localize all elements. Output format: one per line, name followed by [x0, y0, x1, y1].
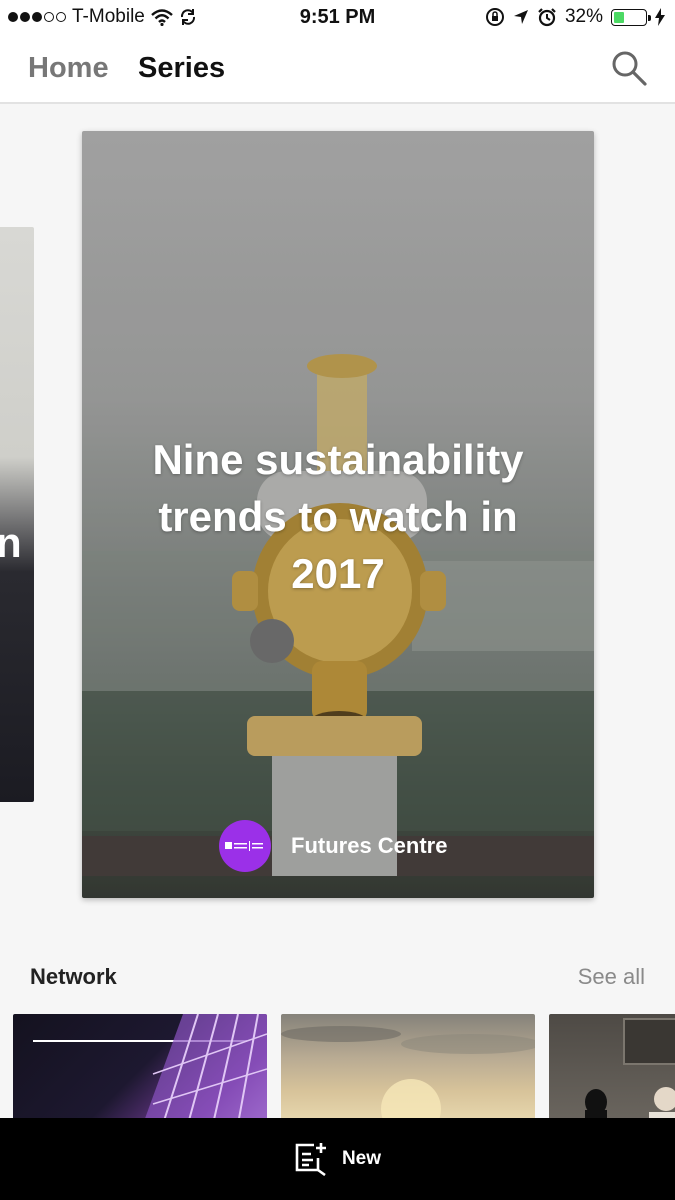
status-left: T-Mobile	[8, 6, 197, 28]
sunset-photo	[281, 1026, 535, 1124]
orientation-lock-icon	[485, 8, 504, 26]
futures-centre-logo-icon	[225, 841, 263, 851]
new-button-label: New	[341, 1148, 382, 1169]
search-icon[interactable]	[611, 50, 647, 86]
alarm-icon	[538, 8, 556, 27]
featured-series-card[interactable]: Nine sustainability trends to watch in 2…	[82, 131, 594, 898]
wifi-icon	[151, 8, 173, 26]
author-name: Futures Centre	[291, 833, 448, 858]
bridge-photo	[143, 1014, 267, 1124]
signal-strength-icon	[8, 12, 66, 22]
people-photo	[585, 1018, 675, 1124]
top-nav: Home Series	[0, 36, 675, 104]
network-card[interactable]	[549, 1014, 675, 1124]
tab-home[interactable]: Home	[28, 52, 109, 85]
battery-icon	[611, 8, 651, 26]
network-card[interactable]	[13, 1014, 267, 1124]
battery-level-fill	[614, 11, 624, 23]
new-post-icon	[295, 1143, 326, 1176]
series-author[interactable]: Futures Centre	[219, 820, 447, 872]
status-bar: T-Mobile 9:51 PM 32%	[0, 0, 675, 36]
carrier-name: T-Mobile	[72, 6, 145, 27]
tab-series[interactable]: Series	[138, 52, 225, 85]
network-card[interactable]	[281, 1014, 535, 1124]
status-right: 32%	[485, 6, 665, 28]
new-post-bar[interactable]: New	[0, 1118, 675, 1200]
charging-icon	[655, 8, 665, 26]
author-avatar	[219, 820, 271, 872]
network-section-title: Network	[30, 964, 117, 989]
location-icon	[513, 10, 528, 24]
previous-series-card[interactable]: n	[0, 227, 34, 802]
sync-icon	[180, 9, 195, 25]
previous-card-title-fragment: n	[0, 519, 22, 566]
see-all-link[interactable]: See all	[578, 964, 645, 990]
battery-percent: 32%	[564, 6, 603, 27]
series-title: Nine sustainability trends to watch in 2…	[152, 436, 524, 597]
